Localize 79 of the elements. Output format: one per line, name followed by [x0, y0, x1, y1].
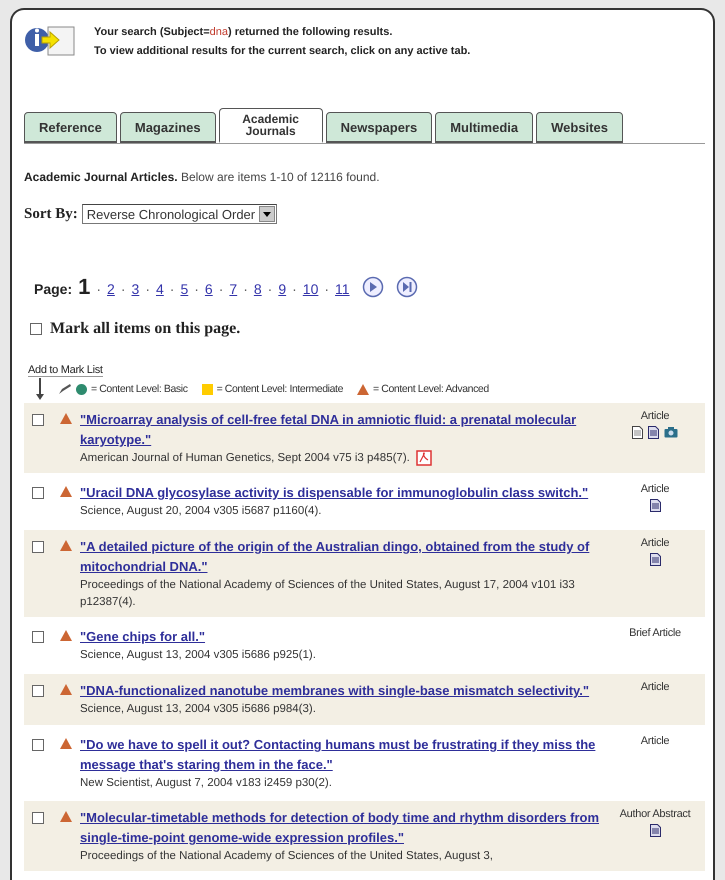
- page-link[interactable]: 8: [254, 281, 262, 297]
- article-title-link[interactable]: "Molecular-timetable methods for detection of body time and rhythm disorders from single-time-point genome-wide expression profiles.": [80, 808, 603, 848]
- page-link[interactable]: 7: [229, 281, 238, 297]
- separator-dot: ·: [218, 281, 224, 297]
- page-image-icon[interactable]: [648, 426, 659, 439]
- article-source: American Journal of Human Genetics, Sept 2004 v75 i3 p485(7).: [80, 452, 410, 464]
- category-tab[interactable]: Academic Journals: [218, 108, 323, 143]
- page-link[interactable]: 6: [204, 281, 213, 297]
- mark-all-label: Mark all items on this page.: [50, 320, 240, 338]
- pdf-icon[interactable]: [416, 450, 432, 466]
- separator-dot: ·: [324, 281, 330, 297]
- article-source: Science, August 20, 2004 v305 i5687 p1160(4).: [80, 505, 322, 518]
- separator-dot: ·: [120, 281, 126, 297]
- article-source: Proceedings of the National Academy of Sciences of the United States, August 17, 2004 v101 i33 p12387(4).: [80, 579, 575, 608]
- down-arrow-icon: [36, 378, 44, 400]
- legend-label: = Content Level: Advanced: [373, 383, 489, 395]
- article-source: Proceedings of the National Academy of Sciences of the United States, August 3,: [80, 850, 493, 862]
- page-link[interactable]: 9: [278, 281, 286, 297]
- separator-dot: ·: [243, 281, 248, 297]
- legend-label: = Content Level: Basic: [91, 383, 188, 395]
- separator-dot: ·: [96, 281, 102, 297]
- separator-dot: ·: [268, 281, 272, 297]
- article-type: Brief Article: [629, 627, 681, 640]
- search-message: To view additional results for the current search, click on any active tab.: [94, 45, 470, 57]
- search-message: Your search (Subject=dna) returned the following results.: [94, 26, 394, 38]
- article-title-link[interactable]: "Microarray analysis of cell-free fetal DNA in amniotic fluid: a prenatal molecular karyotype.": [80, 410, 603, 450]
- separator-dot: ·: [145, 281, 150, 297]
- category-tab[interactable]: Reference: [24, 112, 117, 143]
- checkbox[interactable]: [32, 541, 44, 554]
- article-source: Science, August 13, 2004 v305 i5686 p925(1).: [80, 649, 316, 662]
- category-tab[interactable]: Websites: [536, 112, 623, 143]
- article-title-link[interactable]: "DNA-functionalized nanotube membranes with single-base mismatch selectivity.": [80, 681, 603, 702]
- page-link[interactable]: 2: [107, 281, 115, 297]
- last-page-icon[interactable]: [396, 276, 418, 298]
- category-tab[interactable]: Multimedia: [435, 112, 534, 143]
- checkbox[interactable]: [32, 812, 44, 824]
- page-image-icon[interactable]: [650, 553, 660, 566]
- checkbox[interactable]: [32, 685, 44, 698]
- article-type: Article: [640, 410, 670, 422]
- category-tab[interactable]: Newspapers: [326, 112, 432, 143]
- article-type: Article: [640, 483, 670, 496]
- checkbox[interactable]: [32, 414, 44, 426]
- page-image-icon[interactable]: [650, 824, 660, 838]
- page-link[interactable]: 4: [156, 281, 164, 297]
- article-type: Author Abstract: [620, 808, 690, 820]
- dropdown-caret-icon: [263, 212, 272, 216]
- checkbox[interactable]: [32, 739, 44, 752]
- checkbox[interactable]: [30, 323, 42, 335]
- results-summary: Academic Journal Articles. Below are items 1-10 of 12116 found.: [24, 170, 381, 184]
- camera-icon[interactable]: [664, 426, 678, 438]
- separator-dot: ·: [292, 281, 297, 297]
- article-type: Article: [640, 735, 670, 748]
- next-page-icon[interactable]: [362, 276, 384, 298]
- checkbox[interactable]: [32, 487, 44, 500]
- article-source: New Scientist, August 7, 2004 v183 i2459 p30(2).: [80, 777, 332, 790]
- article-title-link[interactable]: "Do we have to spell it out? Contacting humans must be frustrating if they miss the message that's staring them in the face.": [80, 735, 603, 776]
- current-page: 1: [78, 274, 90, 300]
- article-title-link[interactable]: "Uracil DNA glycosylase activity is dispensable for immunoglobulin class switch.": [80, 483, 603, 504]
- article-type: Article: [640, 537, 670, 550]
- page-image-icon[interactable]: [650, 499, 660, 512]
- sort-label: Sort By:: [24, 206, 78, 222]
- page-link[interactable]: 10: [302, 281, 318, 297]
- legend-label: = Content Level: Intermediate: [216, 383, 344, 395]
- page-label: Page:: [34, 281, 72, 297]
- separator-dot: ·: [194, 281, 199, 297]
- article-source: Science, August 13, 2004 v305 i5686 p984(3).: [80, 703, 316, 716]
- category-tab[interactable]: Magazines: [120, 112, 216, 143]
- article-title-link[interactable]: "Gene chips for all.": [80, 627, 603, 648]
- pencil-icon: [58, 383, 72, 395]
- page-link[interactable]: 3: [132, 281, 140, 297]
- checkbox[interactable]: [32, 631, 44, 644]
- article-title-link[interactable]: "A detailed picture of the origin of the Australian dingo, obtained from the study of mitochondrial DNA.": [80, 537, 603, 578]
- page-link[interactable]: 11: [335, 281, 350, 297]
- sort-dropdown[interactable]: Reverse Chronological Order: [82, 204, 278, 224]
- page-link[interactable]: 5: [180, 281, 188, 297]
- article-type: Article: [640, 681, 670, 694]
- document-icon[interactable]: [632, 426, 643, 439]
- separator-dot: ·: [170, 281, 174, 297]
- add-to-mark-list-label: Add to Mark List: [28, 364, 103, 377]
